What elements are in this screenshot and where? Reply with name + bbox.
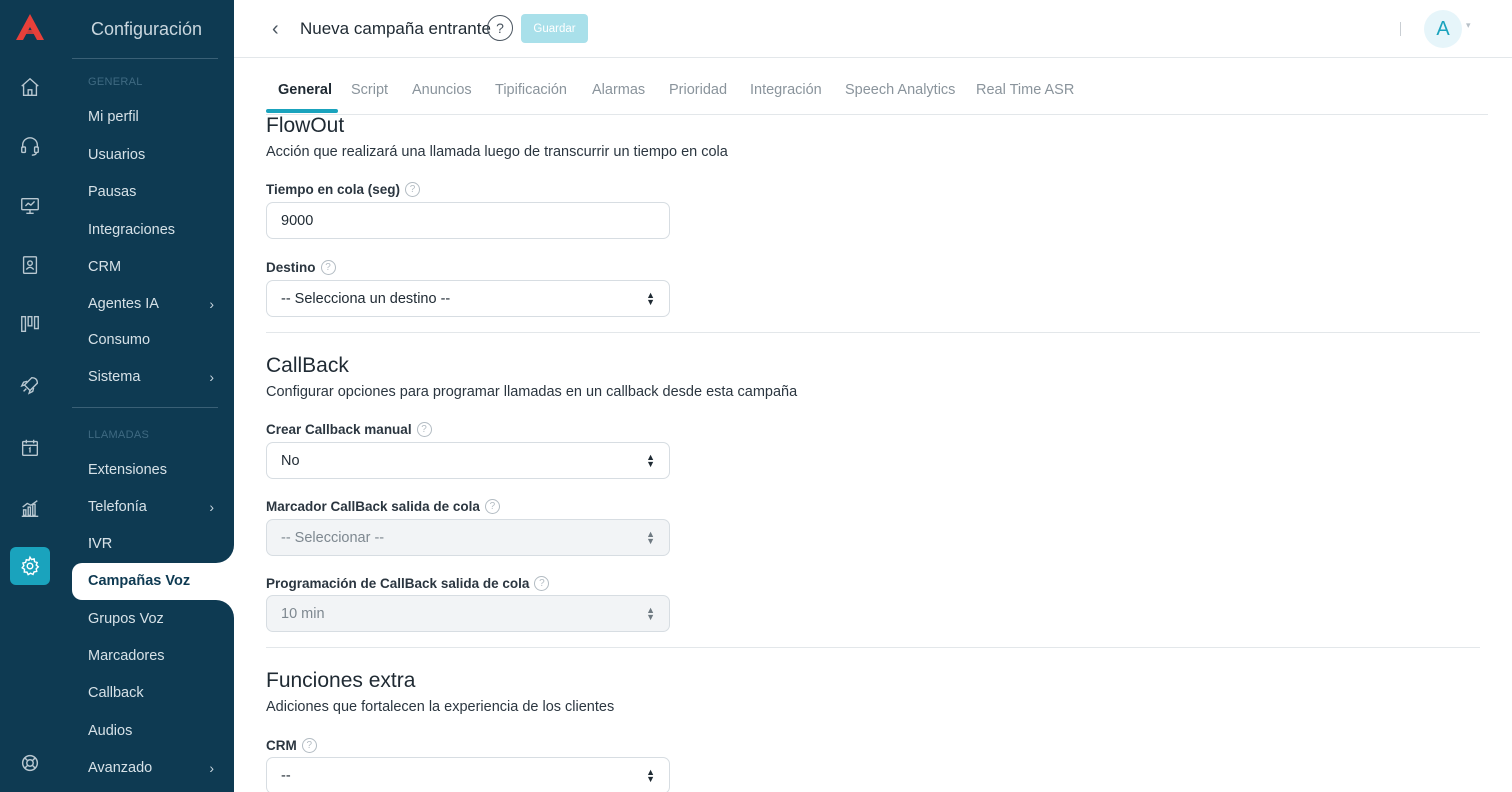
select-arrows-icon: ▲ ▼: [646, 766, 655, 784]
active-tab-indicator: [266, 109, 338, 113]
section-divider: [266, 647, 1480, 648]
settings-sidebar: Configuración GENERAL Mi perfil Usuarios…: [60, 0, 234, 792]
section-llamadas-label: LLAMADAS: [88, 429, 150, 441]
help-icon[interactable]: ?: [416, 422, 432, 437]
avatar[interactable]: A: [1424, 10, 1462, 48]
select-arrows-icon: ▲ ▼: [646, 289, 655, 307]
manual-callback-label: Crear Callback manual?: [266, 422, 432, 437]
select-arrows-icon: ▲ ▼: [646, 528, 655, 546]
sidebar-divider: [72, 407, 218, 408]
tab-tipificacion[interactable]: Tipificación: [495, 82, 567, 98]
crm-label: CRM?: [266, 738, 317, 753]
save-button[interactable]: Guardar: [521, 14, 588, 43]
sidebar-item-integraciones[interactable]: Integraciones: [88, 222, 218, 238]
sidebar-item-callback[interactable]: Callback: [88, 685, 218, 701]
home-icon[interactable]: [16, 73, 44, 101]
help-icon[interactable]: ?: [487, 15, 513, 41]
help-icon[interactable]: ?: [534, 576, 550, 591]
kanban-icon[interactable]: [16, 310, 44, 338]
sidebar-item-usuarios[interactable]: Usuarios: [88, 147, 218, 163]
sidebar-item-mi-perfil[interactable]: Mi perfil: [88, 109, 218, 125]
tab-bar: General Script Anuncios Tipificación Ala…: [266, 58, 1488, 115]
manual-callback-select[interactable]: No ▲ ▼: [266, 442, 670, 479]
extra-title: Funciones extra: [266, 669, 416, 692]
chevron-right-icon: ›: [209, 296, 214, 312]
marcador-callback-label: Marcador CallBack salida de cola?: [266, 499, 500, 514]
sidebar-item-consumo[interactable]: Consumo: [88, 332, 218, 348]
sidebar-item-extensiones[interactable]: Extensiones: [88, 462, 218, 478]
gear-icon[interactable]: [10, 547, 50, 585]
sidebar-item-marcadores[interactable]: Marcadores: [88, 648, 218, 664]
flowout-title: FlowOut: [266, 114, 345, 137]
programacion-callback-select[interactable]: 10 min ▲ ▼: [266, 595, 670, 632]
tab-alarmas[interactable]: Alarmas: [592, 82, 645, 98]
section-divider: [266, 332, 1480, 333]
header-separator: [1400, 22, 1401, 36]
queue-time-input[interactable]: [266, 202, 670, 239]
page-title: Nueva campaña entrante: [300, 19, 491, 38]
select-arrows-icon: ▲ ▼: [646, 451, 655, 469]
queue-time-label: Tiempo en cola (seg)?: [266, 182, 421, 197]
rocket-icon[interactable]: [16, 371, 44, 399]
programacion-callback-label: Programación de CallBack salida de cola?: [266, 576, 550, 591]
marcador-callback-select[interactable]: -- Seleccionar -- ▲ ▼: [266, 519, 670, 556]
help-icon[interactable]: ?: [301, 738, 317, 753]
sidebar-item-active-label[interactable]: Campañas Voz: [88, 573, 190, 589]
contacts-icon[interactable]: [16, 251, 44, 279]
monitor-icon[interactable]: [16, 192, 44, 220]
help-icon[interactable]: ?: [320, 260, 336, 275]
chart-icon[interactable]: [16, 494, 44, 522]
chevron-right-icon: ›: [209, 499, 214, 515]
tab-general[interactable]: General: [278, 82, 332, 98]
sidebar-item-ivr-label-front: IVR: [88, 536, 113, 552]
sidebar-item-grupos-voz[interactable]: Grupos Voz: [88, 611, 218, 627]
tab-speech-analytics[interactable]: Speech Analytics: [845, 82, 955, 98]
extra-description: Adiciones que fortalecen la experiencia …: [266, 699, 615, 715]
section-general-label: GENERAL: [88, 76, 143, 88]
callback-title: CallBack: [266, 354, 349, 377]
select-arrows-icon: ▲ ▼: [646, 604, 655, 622]
chevron-right-icon: ›: [209, 369, 214, 385]
tab-prioridad[interactable]: Prioridad: [669, 82, 727, 98]
sidebar-title: Configuración: [91, 19, 203, 39]
sidebar-item-agentes-ia[interactable]: Agentes IA ›: [88, 296, 218, 312]
help-icon[interactable]: ?: [405, 182, 421, 197]
icon-rail: [0, 0, 60, 792]
sidebar-item-avanzado[interactable]: Avanzado ›: [88, 760, 218, 776]
crm-select[interactable]: -- ▲ ▼: [266, 757, 670, 792]
tab-script[interactable]: Script: [351, 82, 388, 98]
sidebar-item-sistema[interactable]: Sistema ›: [88, 369, 218, 385]
sidebar-item-telefonia[interactable]: Telefonía ›: [88, 499, 218, 515]
tab-real-time-asr[interactable]: Real Time ASR: [976, 82, 1074, 98]
headset-icon[interactable]: [16, 132, 44, 160]
support-icon[interactable]: [16, 749, 44, 777]
back-arrow-icon[interactable]: ‹: [272, 18, 279, 41]
destino-select[interactable]: -- Selecciona un destino -- ▲ ▼: [266, 280, 670, 317]
top-header: ‹ Nueva campaña entrante ? Guardar A ▾: [234, 0, 1512, 58]
sidebar-item-pausas[interactable]: Pausas: [88, 184, 218, 200]
tab-integracion[interactable]: Integración: [750, 82, 822, 98]
chevron-down-icon[interactable]: ▾: [1466, 20, 1471, 31]
callback-description: Configurar opciones para programar llama…: [266, 384, 798, 400]
calendar-icon[interactable]: [16, 434, 44, 462]
destino-label: Destino?: [266, 260, 336, 275]
chevron-right-icon: ›: [209, 760, 214, 776]
brand-logo-icon[interactable]: [14, 12, 46, 42]
flowout-description: Acción que realizará una llamada luego d…: [266, 144, 728, 160]
help-icon[interactable]: ?: [484, 499, 500, 514]
sidebar-item-audios[interactable]: Audios: [88, 723, 218, 739]
tab-anuncios[interactable]: Anuncios: [412, 82, 472, 98]
sidebar-item-crm[interactable]: CRM: [88, 259, 218, 275]
sidebar-divider: [72, 58, 218, 59]
